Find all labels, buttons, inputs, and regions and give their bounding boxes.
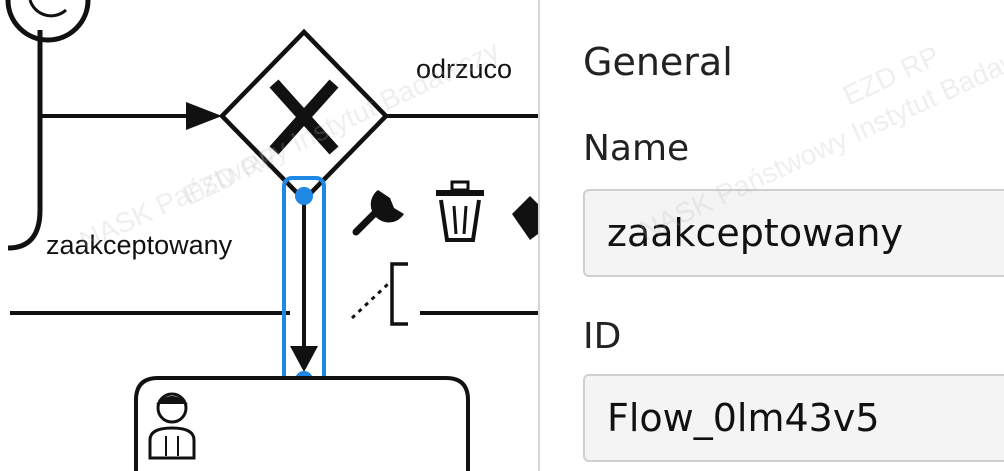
properties-panel: General Name ID NASK Państwowy Instytut …	[540, 0, 1004, 471]
watermark-logo-panel: EZD RP	[838, 39, 945, 112]
section-title-general[interactable]: General	[583, 40, 733, 84]
trash-icon[interactable]	[436, 180, 484, 242]
bpmn-canvas[interactable]: zaakceptowany odrzuco NASK Państwowy Ins…	[0, 0, 538, 471]
name-label: Name	[583, 128, 690, 169]
id-label: ID	[583, 316, 622, 357]
annotation-association	[350, 282, 390, 320]
id-input[interactable]	[583, 374, 1004, 462]
accepted-flow-arrow	[290, 346, 318, 372]
name-input[interactable]	[583, 189, 1004, 277]
flow-label-accepted[interactable]: zaakceptowany	[46, 232, 232, 259]
subprocess-border[interactable]	[7, 30, 43, 251]
text-annotation-bracket[interactable]	[390, 262, 408, 326]
waypoint-handle-start[interactable]	[295, 187, 313, 205]
wrench-icon[interactable]	[352, 190, 404, 236]
incoming-flow-arrow	[186, 102, 222, 130]
flow-label-rejected[interactable]: odrzuco	[416, 56, 512, 83]
start-event-inner-arc	[28, 0, 68, 18]
start-event-arc[interactable]	[5, 0, 91, 43]
color-fill-icon[interactable]	[512, 196, 538, 240]
